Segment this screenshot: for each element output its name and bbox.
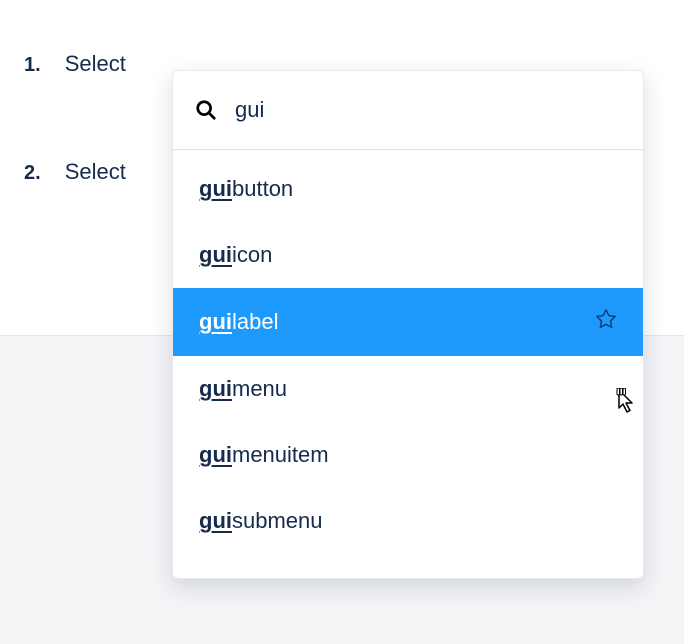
star-icon[interactable]: [595, 308, 617, 336]
result-item-guilabel[interactable]: guilabel: [173, 288, 643, 356]
list-item: 2. Select: [24, 159, 126, 185]
result-label: guimenuitem: [199, 442, 329, 468]
list-text: Select: [65, 159, 126, 185]
list-text: Select: [65, 51, 126, 77]
result-label: guibutton: [199, 176, 293, 202]
search-row: [173, 71, 643, 150]
result-label: guilabel: [199, 309, 278, 335]
list-number: 2.: [24, 162, 41, 185]
list-number: 1.: [24, 54, 41, 77]
search-input[interactable]: [235, 97, 619, 123]
result-label: guisubmenu: [199, 508, 323, 534]
result-item-guibutton[interactable]: guibutton: [173, 156, 643, 222]
ordered-list: 1. Select 2. Select: [24, 51, 126, 267]
result-item-guimenu[interactable]: guimenu: [173, 356, 643, 422]
result-label: guimenu: [199, 376, 287, 402]
result-item-guimenuitem[interactable]: guimenuitem: [173, 422, 643, 488]
results-list: guibutton guiicon guilabel guimenu guime…: [173, 150, 643, 578]
list-item: 1. Select: [24, 51, 126, 77]
result-label: guiicon: [199, 242, 272, 268]
search-icon: [195, 99, 217, 121]
autocomplete-dropdown: guibutton guiicon guilabel guimenu guime…: [172, 70, 644, 579]
result-item-guisubmenu[interactable]: guisubmenu: [173, 488, 643, 554]
result-item-guiicon[interactable]: guiicon: [173, 222, 643, 288]
